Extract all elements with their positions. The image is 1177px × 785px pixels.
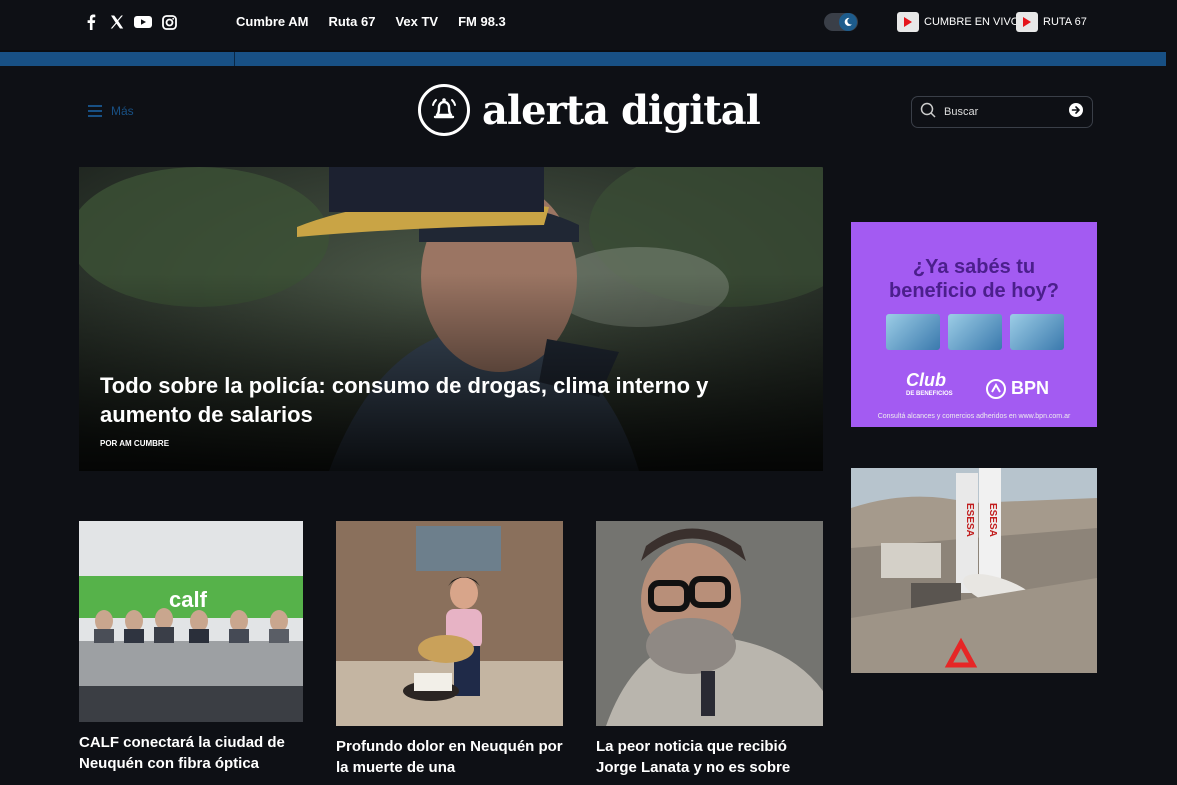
more-menu-button[interactable]: Más <box>88 104 134 118</box>
nav-link-ruta-67[interactable]: Ruta 67 <box>328 14 375 29</box>
logo-wordmark: alerta digital <box>482 86 761 134</box>
more-menu-label: Más <box>111 104 134 118</box>
svg-text:calf: calf <box>169 587 208 612</box>
nav-link-vex-tv[interactable]: Vex TV <box>395 14 438 29</box>
bell-logo-icon <box>418 84 470 136</box>
credit-card-icon <box>1010 314 1064 350</box>
live-link-cumbre[interactable]: CUMBRE EN VIVO <box>897 12 1019 32</box>
bank-logo-icon <box>986 378 1006 399</box>
article-image <box>596 521 823 726</box>
ad-banner-bpn[interactable]: ¿Ya sabés tu beneficio de hoy? Club DE B… <box>851 222 1097 427</box>
ad-headline: ¿Ya sabés tu beneficio de hoy? <box>851 255 1097 303</box>
nav-link-cumbre-am[interactable]: Cumbre AM <box>236 14 308 29</box>
live-link-label: RUTA 67 <box>1043 16 1087 28</box>
live-link-ruta67[interactable]: RUTA 67 <box>1016 12 1087 32</box>
article-title[interactable]: CALF conectará la ciudad de Neuquén con … <box>79 732 303 774</box>
ad-credit-cards <box>886 314 1064 350</box>
ad-bank-name: BPN <box>1011 378 1050 398</box>
hero-title[interactable]: Todo sobre la policía: consumo de drogas… <box>100 371 780 429</box>
hero-article[interactable]: Todo sobre la policía: consumo de drogas… <box>79 167 823 471</box>
ad-image: ESESA ESESA <box>851 468 1097 673</box>
moon-icon <box>839 13 857 31</box>
ad-brand-text: ESESA <box>987 503 998 537</box>
network-nav: Cumbre AM Ruta 67 Vex TV FM 98.3 <box>236 14 506 29</box>
article-title[interactable]: La peor noticia que recibió Jorge Lanata… <box>596 736 823 778</box>
hamburger-icon <box>88 105 102 117</box>
accent-bar <box>0 50 1166 66</box>
ad-footer: Consultá alcances y comercios adheridos … <box>877 413 1071 420</box>
search-submit-icon[interactable] <box>1068 102 1084 123</box>
ad-bank-logo: BPN <box>986 378 1049 399</box>
credit-card-icon <box>886 314 940 350</box>
article-card[interactable]: calf CALF conectará la ciudad de Neuquén… <box>79 521 303 774</box>
search-input[interactable]: Buscar <box>944 106 1068 118</box>
ad-headline-line-1: ¿Ya sabés tu <box>912 256 1036 278</box>
hero-byline: POR AM CUMBRE <box>100 439 170 448</box>
instagram-icon[interactable] <box>160 12 178 32</box>
search-icon <box>920 102 936 123</box>
article-image: calf <box>79 521 303 722</box>
facebook-icon[interactable] <box>82 12 100 32</box>
article-card[interactable]: La peor noticia que recibió Jorge Lanata… <box>596 521 823 778</box>
ad-banner-esesa[interactable]: ESESA ESESA <box>851 468 1097 673</box>
article-image <box>336 521 563 726</box>
ad-headline-line-2: beneficio de hoy? <box>888 280 1060 302</box>
youtube-play-icon <box>897 12 919 32</box>
ad-brand-text: ESESA <box>964 503 975 537</box>
dark-mode-toggle[interactable] <box>824 13 858 31</box>
accent-bar-divider <box>234 52 235 66</box>
youtube-icon[interactable] <box>134 12 152 32</box>
top-bar: Cumbre AM Ruta 67 Vex TV FM 98.3 CUMBRE … <box>0 0 1177 46</box>
ad-club-subtext: DE BENEFICIOS <box>906 391 953 397</box>
article-card[interactable]: Profundo dolor en Neuquén por la muerte … <box>336 521 563 778</box>
ad-club-logo: Club DE BENEFICIOS <box>906 370 953 397</box>
youtube-play-icon <box>1016 12 1038 32</box>
x-icon[interactable] <box>108 12 126 32</box>
ad-club-text: Club <box>906 370 946 390</box>
site-logo[interactable]: alerta digital <box>418 84 761 136</box>
social-links <box>82 12 178 32</box>
credit-card-icon <box>948 314 1002 350</box>
nav-link-fm-98-3[interactable]: FM 98.3 <box>458 14 506 29</box>
live-link-label: CUMBRE EN VIVO <box>924 16 1020 28</box>
search-box[interactable]: Buscar <box>911 96 1093 128</box>
article-title[interactable]: Profundo dolor en Neuquén por la muerte … <box>336 736 563 778</box>
